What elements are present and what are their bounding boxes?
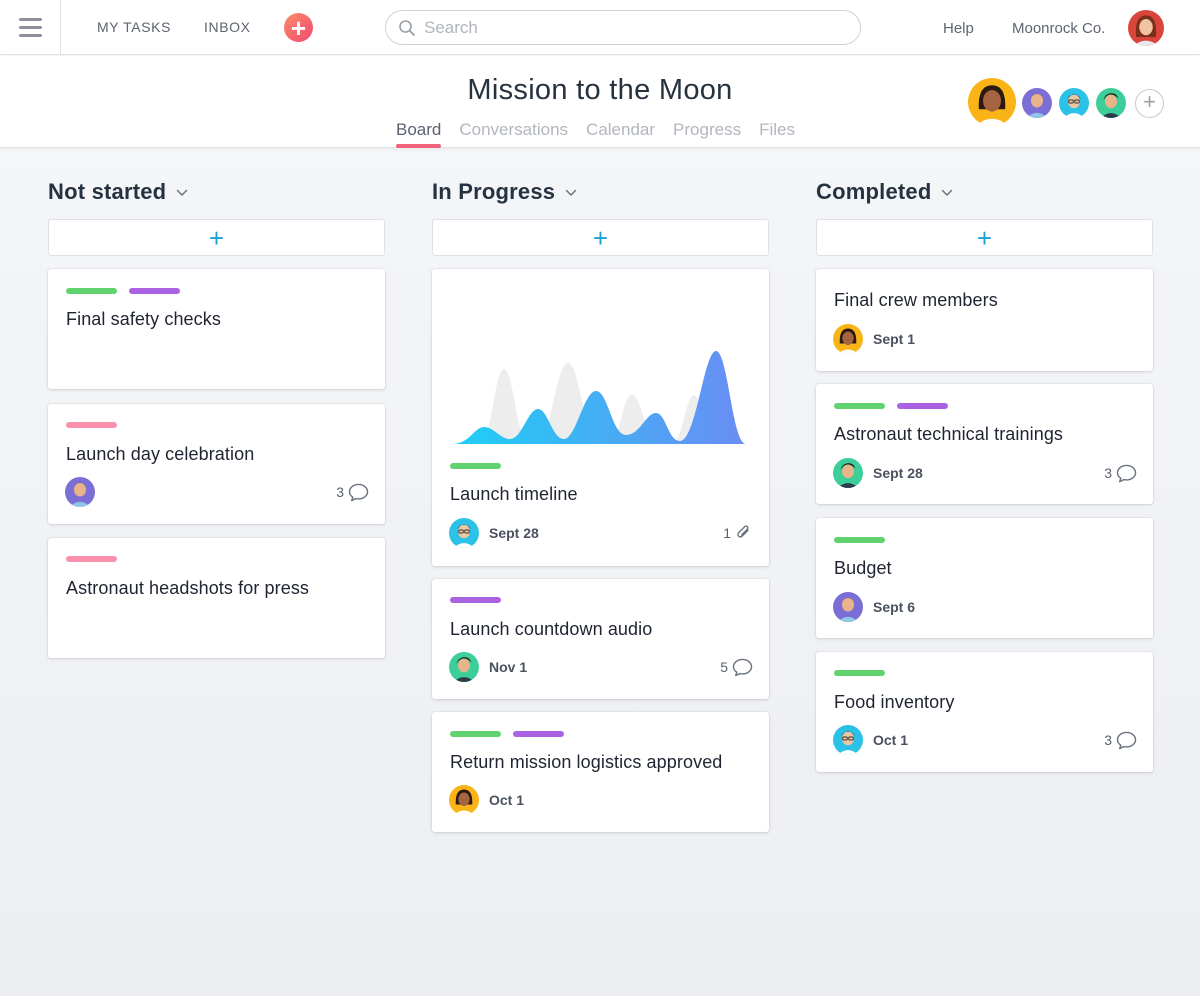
tag-green	[834, 403, 885, 409]
task-title: Launch day celebration	[66, 444, 255, 464]
task-card[interactable]: Return mission logistics approved Oct 1	[432, 712, 769, 832]
comment-count: 3	[1104, 465, 1112, 481]
board-column-in-progress: In Progress + Launch timeline Sept 28 1	[432, 176, 769, 856]
member-avatar[interactable]	[1022, 88, 1052, 118]
assignee-avatar[interactable]	[833, 725, 863, 755]
task-card[interactable]: Final safety checks	[48, 269, 385, 389]
tag-green	[450, 463, 501, 469]
task-title: Final safety checks	[66, 309, 221, 329]
paperclip-icon	[735, 524, 753, 542]
due-date: Sept 28	[873, 465, 923, 481]
tag-purple	[450, 597, 501, 603]
assignee-avatar[interactable]	[449, 518, 479, 548]
task-title: Return mission logistics approved	[450, 752, 723, 772]
task-title: Astronaut headshots for press	[66, 578, 310, 598]
chevron-down-icon[interactable]	[941, 189, 953, 197]
top-bar: MY TASKS INBOX + Help Moonrock Co.	[0, 0, 1200, 55]
help-link[interactable]: Help	[943, 20, 974, 37]
tag-green	[66, 288, 117, 294]
tag-purple	[513, 731, 564, 737]
assignee-avatar[interactable]	[833, 592, 863, 622]
tab-files[interactable]: Files	[759, 120, 795, 146]
task-card[interactable]: Launch timeline Sept 28 1	[432, 269, 769, 566]
comment-icon	[348, 483, 369, 502]
add-task-button[interactable]: +	[432, 219, 769, 256]
workspace-switcher[interactable]: Moonrock Co.	[1012, 20, 1105, 37]
project-tabs: Board Conversations Calendar Progress Fi…	[396, 120, 795, 148]
add-task-button[interactable]: +	[48, 219, 385, 256]
project-title: Mission to the Moon	[467, 74, 733, 106]
user-avatar[interactable]	[1128, 10, 1164, 46]
timeline-graphic	[452, 351, 746, 444]
member-avatar[interactable]	[1059, 88, 1089, 118]
comment-count: 3	[1104, 732, 1112, 748]
task-card[interactable]: Budget Sept 6	[816, 518, 1153, 638]
due-date: Sept 6	[873, 599, 916, 615]
due-date: Oct 1	[873, 732, 909, 748]
comment-count: 5	[720, 659, 728, 675]
task-card[interactable]: Launch day celebration 3	[48, 404, 385, 524]
due-date: Sept 1	[873, 331, 916, 347]
task-title: Budget	[834, 558, 892, 578]
task-title: Food inventory	[834, 692, 955, 712]
task-card[interactable]: Astronaut technical trainings Sept 28 3	[816, 384, 1153, 504]
tag-green	[834, 537, 885, 543]
task-card[interactable]: Food inventory Oct 1 3	[816, 652, 1153, 772]
column-title: Not started	[48, 179, 167, 204]
tag-purple	[897, 403, 948, 409]
task-title: Launch timeline	[450, 484, 578, 504]
tab-board[interactable]: Board	[396, 120, 442, 148]
column-title: In Progress	[432, 179, 556, 204]
assignee-avatar[interactable]	[65, 477, 95, 507]
comment-icon	[732, 658, 753, 677]
chevron-down-icon[interactable]	[176, 189, 188, 197]
tab-progress[interactable]: Progress	[673, 120, 741, 146]
task-title: Final crew members	[834, 290, 998, 310]
tab-conversations[interactable]: Conversations	[459, 120, 568, 146]
due-date: Oct 1	[489, 792, 525, 808]
member-avatar[interactable]	[968, 78, 1016, 126]
comment-count: 3	[336, 484, 344, 500]
task-card[interactable]: Final crew members Sept 1	[816, 269, 1153, 371]
search-input[interactable]	[424, 17, 844, 39]
comment-icon	[1116, 731, 1137, 750]
search-bar[interactable]	[385, 10, 861, 45]
add-task-button[interactable]: +	[816, 219, 1153, 256]
assignee-avatar[interactable]	[833, 324, 863, 354]
task-card[interactable]: Astronaut headshots for press	[48, 538, 385, 658]
member-avatar[interactable]	[1096, 88, 1126, 118]
attachment-count: 1	[723, 525, 731, 541]
board-column-completed: Completed + Final crew members Sept 1 As…	[816, 176, 1153, 796]
project-header: Mission to the Moon Board Conversations …	[0, 56, 1200, 148]
tag-purple	[129, 288, 180, 294]
quick-add-button[interactable]: +	[284, 13, 313, 42]
tag-green	[450, 731, 501, 737]
assignee-avatar[interactable]	[833, 458, 863, 488]
column-title: Completed	[816, 179, 932, 204]
add-member-button[interactable]: +	[1135, 89, 1164, 118]
inbox-link[interactable]: INBOX	[204, 19, 251, 35]
tab-calendar[interactable]: Calendar	[586, 120, 655, 146]
due-date: Nov 1	[489, 659, 528, 675]
chevron-down-icon[interactable]	[565, 189, 577, 197]
assignee-avatar[interactable]	[449, 785, 479, 815]
assignee-avatar[interactable]	[449, 652, 479, 682]
search-icon	[399, 20, 415, 36]
task-title: Astronaut technical trainings	[834, 424, 1064, 444]
my-tasks-link[interactable]: MY TASKS	[97, 19, 171, 35]
hamburger-icon[interactable]	[0, 0, 61, 55]
task-title: Launch countdown audio	[450, 619, 653, 639]
tag-pink	[66, 556, 117, 562]
task-card[interactable]: Launch countdown audio Nov 1 5	[432, 579, 769, 699]
tag-pink	[66, 422, 117, 428]
due-date: Sept 28	[489, 525, 539, 541]
comment-icon	[1116, 464, 1137, 483]
tag-green	[834, 670, 885, 676]
board-column-not-started: Not started + Final safety checks Launch…	[48, 176, 385, 676]
